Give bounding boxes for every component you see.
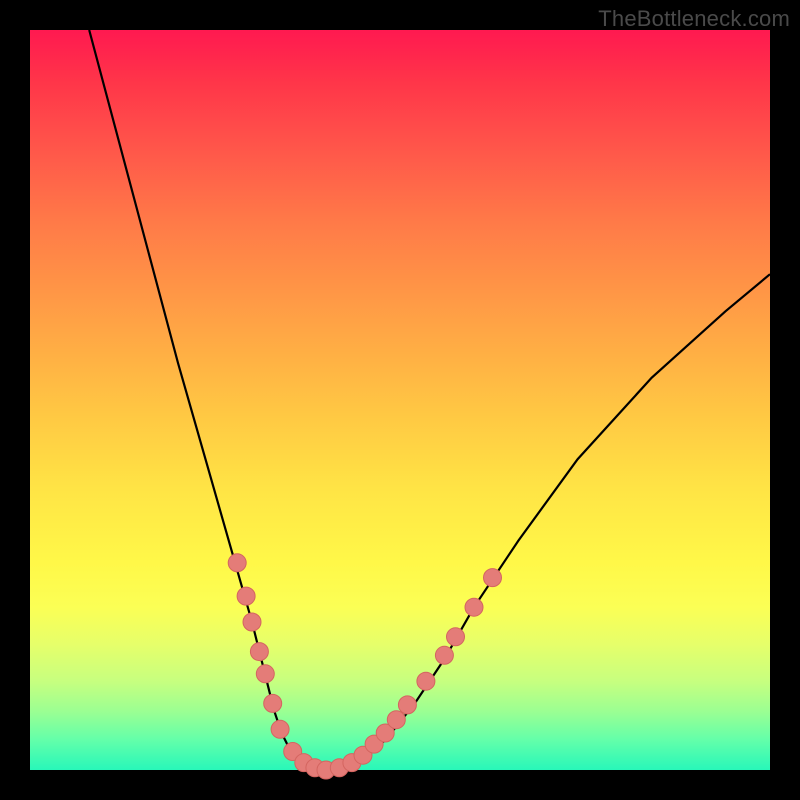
chart-marker bbox=[484, 569, 502, 587]
chart-frame: TheBottleneck.com bbox=[0, 0, 800, 800]
chart-marker bbox=[250, 643, 268, 661]
chart-marker bbox=[256, 665, 274, 683]
chart-marker bbox=[417, 672, 435, 690]
chart-marker bbox=[447, 628, 465, 646]
chart-svg bbox=[30, 30, 770, 770]
watermark-text: TheBottleneck.com bbox=[598, 6, 790, 32]
chart-marker bbox=[243, 613, 261, 631]
chart-marker bbox=[271, 720, 289, 738]
chart-plot-area bbox=[30, 30, 770, 770]
chart-marker bbox=[465, 598, 483, 616]
chart-marker bbox=[387, 711, 405, 729]
bottleneck-curve bbox=[89, 30, 770, 770]
chart-marker bbox=[264, 694, 282, 712]
chart-marker bbox=[228, 554, 246, 572]
chart-marker bbox=[435, 646, 453, 664]
chart-marker bbox=[398, 696, 416, 714]
chart-marker bbox=[237, 587, 255, 605]
chart-markers bbox=[228, 554, 501, 779]
